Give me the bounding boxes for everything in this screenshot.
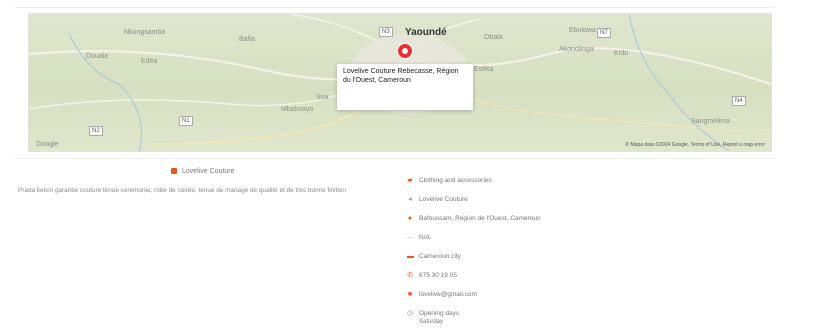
listing-title: Lovelive Couture <box>171 168 235 175</box>
map[interactable]: Douala Edéa Nkongsamba Bafia Obala Soa M… <box>28 13 772 152</box>
detail-region: — N/A <box>407 234 541 253</box>
detail-text: Lovelive Couture <box>419 196 468 203</box>
details-list: ▰ Clothing and accessories ◂ Lovelive Co… <box>407 177 541 329</box>
map-city-label: Akonolinga <box>559 46 594 53</box>
detail-text: Bafoussam, Région de l'Ouest, Cameroun <box>419 215 541 222</box>
flag-icon: — <box>407 234 414 241</box>
listing-title-text: Lovelive Couture <box>182 168 235 175</box>
map-city-label: Obala <box>484 34 503 41</box>
map-city-label: Bafia <box>239 36 255 43</box>
info-window-title: Lovelive Couture Rebecasse, Région du l'… <box>343 68 459 84</box>
map-city-label: Edéa <box>141 58 158 65</box>
map-city-label: Kribi <box>614 50 629 57</box>
detail-text[interactable]: 675 30 19 05 <box>419 272 457 279</box>
building-icon: ▬ <box>407 253 414 260</box>
highway-marker: N4 <box>732 96 746 106</box>
detail-hours: ◷ Opening days Saturday <box>407 310 541 329</box>
top-divider <box>15 7 775 8</box>
section-divider <box>15 158 775 159</box>
location-icon: ● <box>407 215 413 222</box>
map-info-window[interactable]: Lovelive Couture Rebecasse, Région du l'… <box>337 64 473 110</box>
hours-day: Saturday <box>419 319 444 325</box>
map-city-label: Ebolowa <box>569 27 596 34</box>
detail-text[interactable]: lovelive@gmail.com <box>419 291 477 298</box>
map-attribution[interactable]: © Mapa data ©2024 Google, Terms of Use, … <box>625 142 765 148</box>
detail-name: ◂ Lovelive Couture <box>407 196 541 215</box>
detail-email: ■ lovelive@gmail.com <box>407 291 541 310</box>
hours-label: Opening days <box>419 310 460 317</box>
highway-marker: N7 <box>597 28 611 38</box>
detail-text: Opening days Saturday <box>419 310 459 325</box>
detail-category: ▰ Clothing and accessories <box>407 177 541 196</box>
google-logo[interactable]: Google <box>36 141 59 148</box>
detail-address: ● Bafoussam, Région de l'Ouest, Cameroun <box>407 215 541 234</box>
detail-text: Cameroun city <box>419 253 461 260</box>
detail-phone: ✆ 675 30 19 05 <box>407 272 541 291</box>
shop-icon <box>171 168 177 175</box>
email-icon: ■ <box>407 291 413 298</box>
map-marker-icon[interactable] <box>398 44 412 58</box>
map-city-label: Douala <box>86 53 109 60</box>
phone-icon: ✆ <box>407 272 413 279</box>
map-city-label: Sangmélima <box>691 118 730 125</box>
map-city-label: Nkongsamba <box>124 29 166 36</box>
briefcase-icon: ▰ <box>407 177 413 184</box>
map-main-city: Yaoundé <box>405 27 447 38</box>
detail-text: N/A <box>419 234 430 241</box>
map-city-label: Eséka <box>474 66 494 73</box>
map-city-label: Mbalmayo <box>281 106 314 113</box>
highway-marker: N3 <box>379 27 393 37</box>
tag-icon: ◂ <box>408 196 412 203</box>
clock-icon: ◷ <box>407 310 414 317</box>
detail-city: ▬ Cameroun city <box>407 253 541 272</box>
detail-text[interactable]: Clothing and accessories <box>419 177 492 184</box>
highway-marker: N2 <box>89 126 103 136</box>
map-city-label: Soa <box>316 94 329 101</box>
highway-marker: N1 <box>179 116 193 126</box>
listing-description: Prada kelvin garantie couture tenue cere… <box>18 187 346 194</box>
